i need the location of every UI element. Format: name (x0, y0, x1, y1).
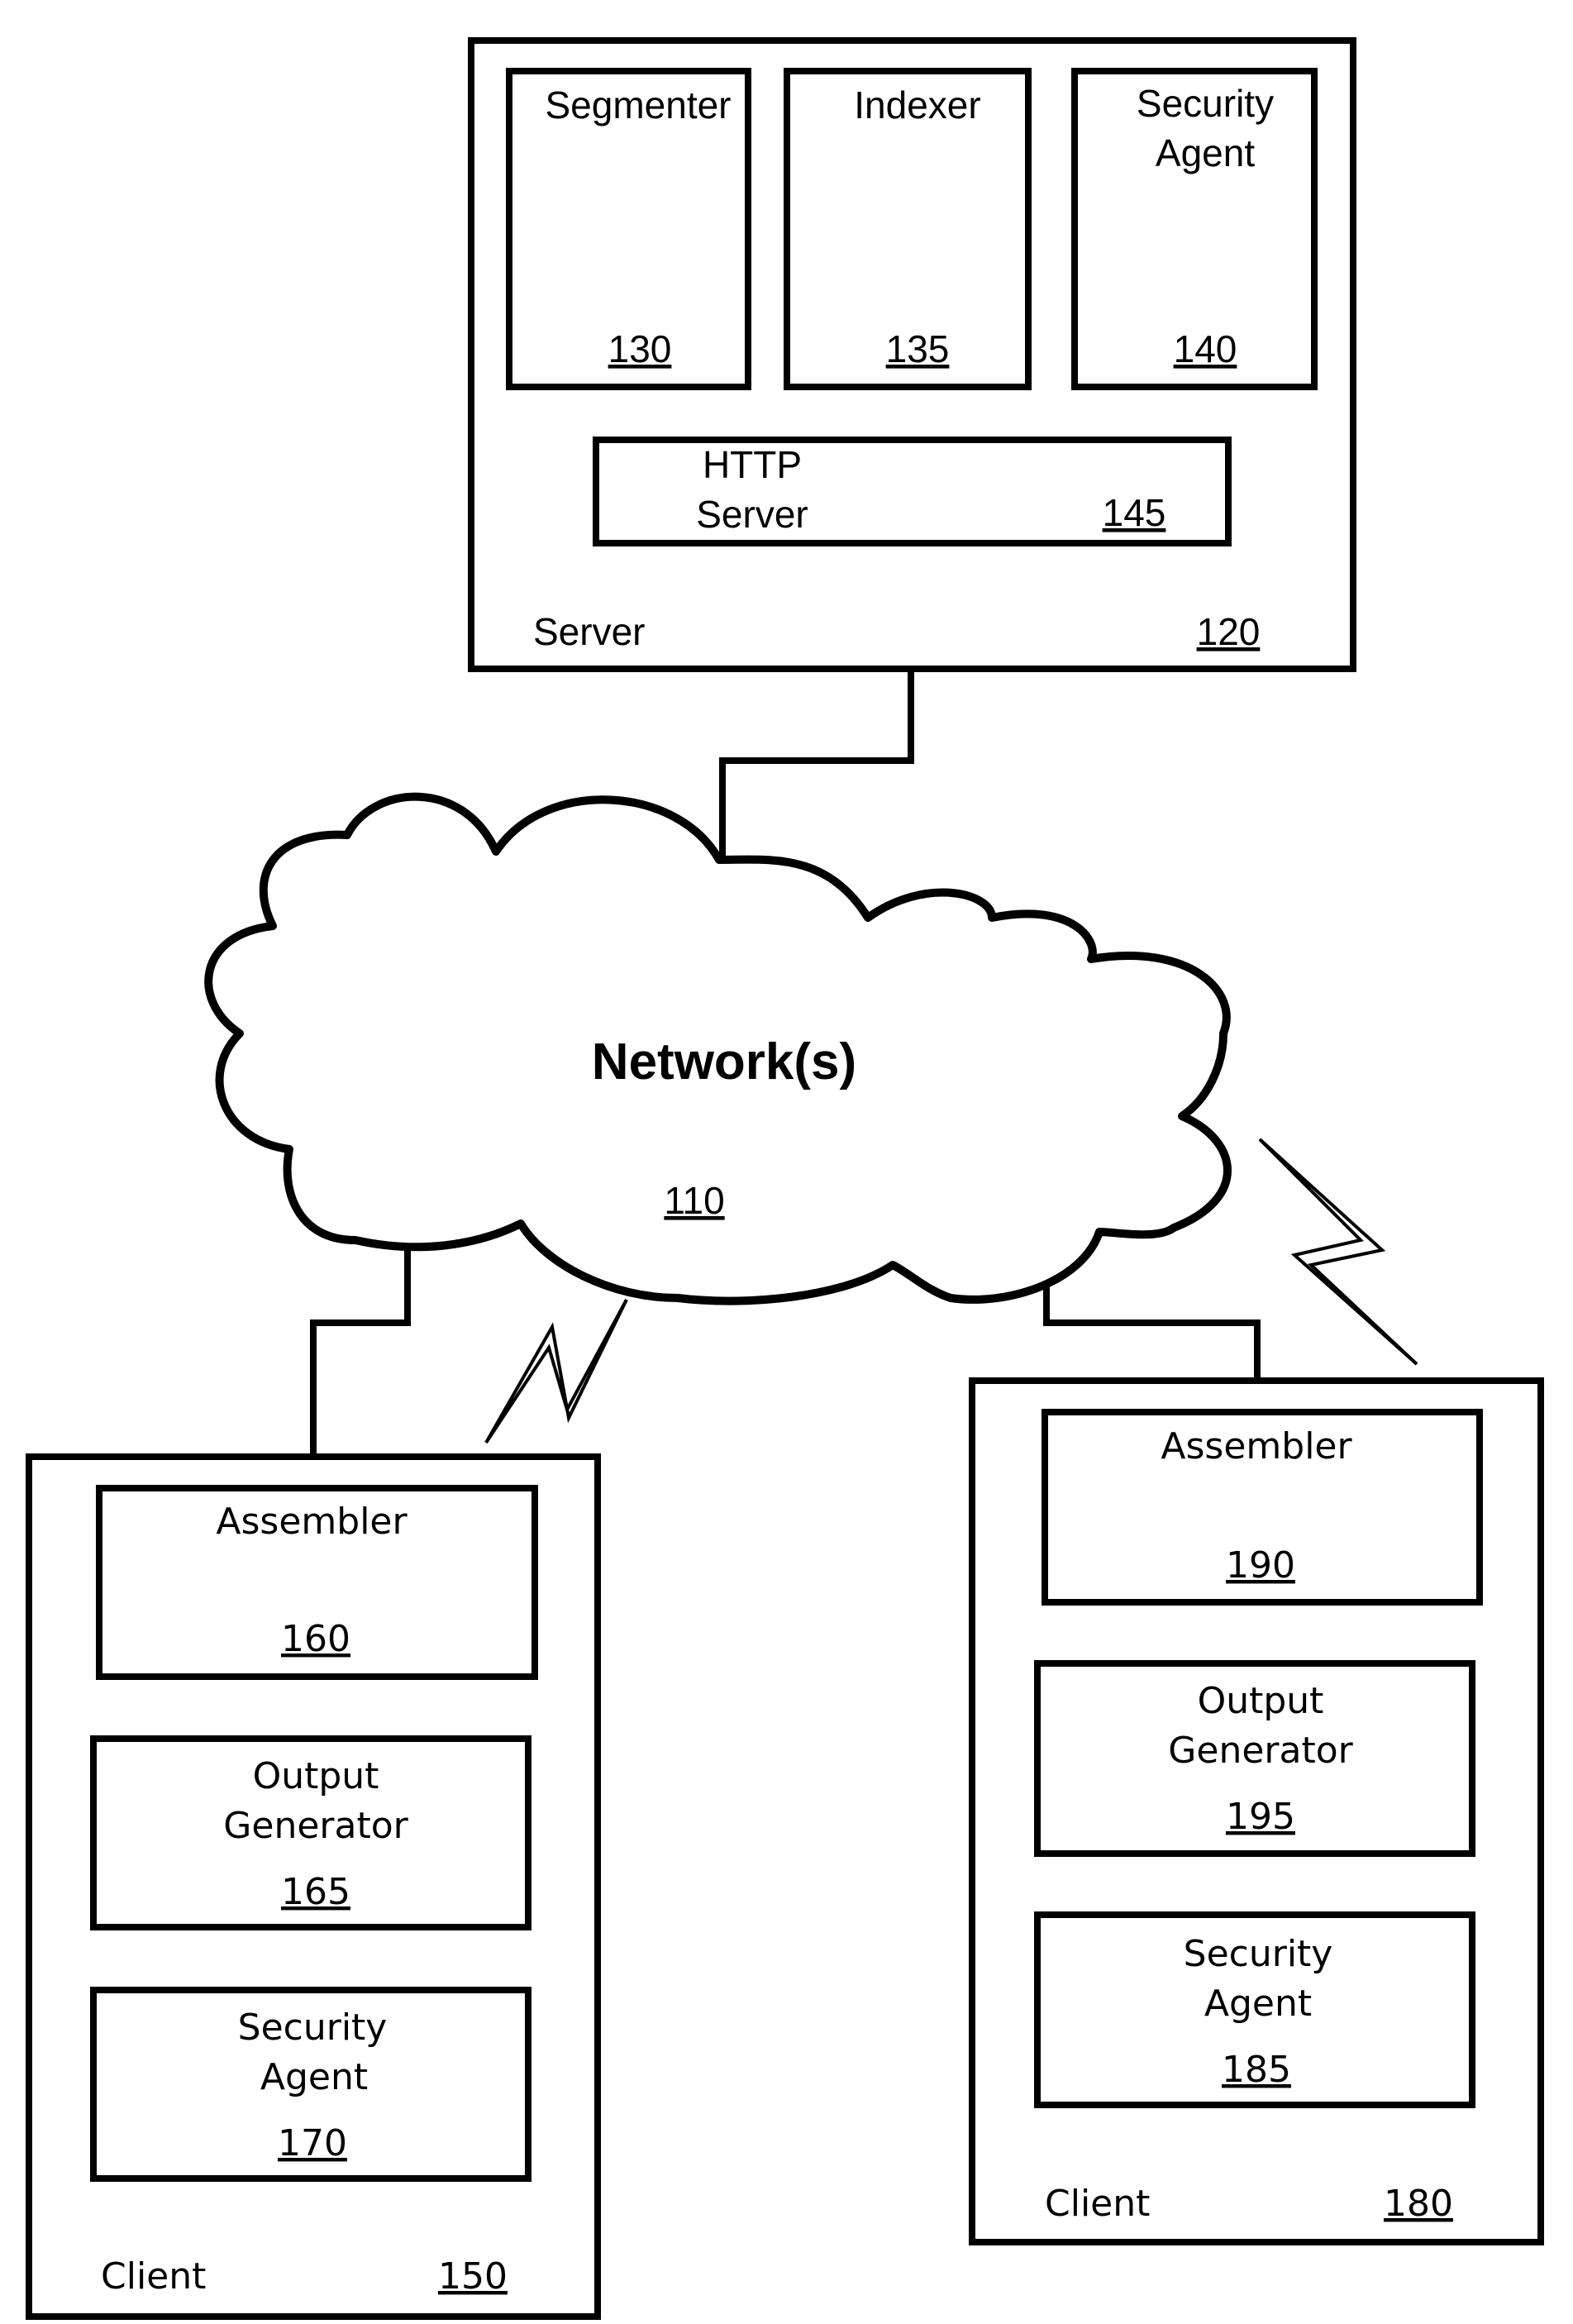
indexer-label: Indexer (854, 84, 980, 126)
server-security-agent-box: Security Agent 140 (1071, 68, 1318, 390)
client-right-security-agent-line1: Security (1184, 1933, 1333, 1975)
system-diagram: Network(s) 110 Segmenter 130 Indexer 135… (26, 37, 1544, 2320)
client-left-security-agent-box: Security Agent 170 (90, 1987, 531, 2182)
server-network-connector (719, 669, 914, 860)
network-client-left-connector (310, 1240, 411, 1457)
server-box: Segmenter 130 Indexer 135 Security Agent… (468, 37, 1356, 672)
client-left-output-generator-box: Output Generator 165 (90, 1735, 531, 1930)
client-left-output-generator-ref: 165 (281, 1871, 350, 1913)
client-right-output-generator-line2: Generator (1168, 1730, 1353, 1772)
client-right-security-agent-line2: Agent (1204, 1983, 1312, 2025)
indexer-box: Indexer 135 (784, 68, 1032, 390)
indexer-ref: 135 (886, 327, 950, 370)
client-left-output-generator-line1: Output (253, 1755, 379, 1797)
client-left-label: Client (101, 2255, 206, 2298)
server-ref: 120 (1197, 610, 1261, 653)
client-right-output-generator-box: Output Generator 195 (1034, 1660, 1475, 1857)
client-left-ref: 150 (438, 2255, 508, 2298)
client-right-box: Assembler 190 Output Generator 195 Secur… (969, 1377, 1544, 2245)
client-right-assembler-ref: 190 (1226, 1544, 1295, 1587)
wireless-right-icon (1258, 1138, 1418, 1366)
network-ref: 110 (664, 1179, 724, 1222)
http-server-label-line2: Server (696, 493, 808, 536)
network-cloud: Network(s) 110 (204, 792, 1232, 1305)
client-left-security-agent-line2: Agent (260, 2056, 368, 2098)
http-server-ref: 145 (1103, 491, 1166, 534)
client-right-output-generator-ref: 195 (1226, 1796, 1295, 1838)
client-right-assembler-label: Assembler (1161, 1425, 1352, 1467)
client-right-output-generator-line1: Output (1198, 1680, 1324, 1722)
client-right-security-agent-box: Security Agent 185 (1034, 1911, 1475, 2108)
client-right-assembler-box: Assembler 190 (1042, 1409, 1483, 1606)
client-left-assembler-label: Assembler (216, 1501, 408, 1543)
client-left-output-generator-line2: Generator (223, 1805, 408, 1847)
client-left-assembler-box: Assembler 160 (96, 1485, 538, 1680)
client-left-box: Assembler 160 Output Generator 165 Secur… (26, 1453, 601, 2320)
wireless-left-icon (484, 1299, 628, 1444)
client-left-assembler-ref: 160 (281, 1618, 350, 1660)
client-right-label: Client (1045, 2183, 1150, 2225)
network-label: Network(s) (592, 1033, 856, 1090)
http-server-box: HTTP Server 145 (593, 437, 1232, 546)
server-security-agent-ref: 140 (1174, 327, 1237, 370)
client-right-ref: 180 (1384, 2183, 1453, 2225)
server-label: Server (533, 610, 645, 653)
client-right-security-agent-ref: 185 (1222, 2049, 1291, 2091)
http-server-label-line1: HTTP (703, 443, 802, 486)
server-security-agent-label-line2: Agent (1156, 131, 1255, 174)
segmenter-ref: 130 (608, 327, 672, 370)
client-left-security-agent-ref: 170 (278, 2122, 347, 2164)
segmenter-box: Segmenter 130 (506, 68, 751, 390)
client-left-security-agent-line1: Security (238, 2007, 388, 2049)
server-security-agent-label-line1: Security (1137, 82, 1274, 125)
segmenter-label: Segmenter (545, 84, 731, 126)
